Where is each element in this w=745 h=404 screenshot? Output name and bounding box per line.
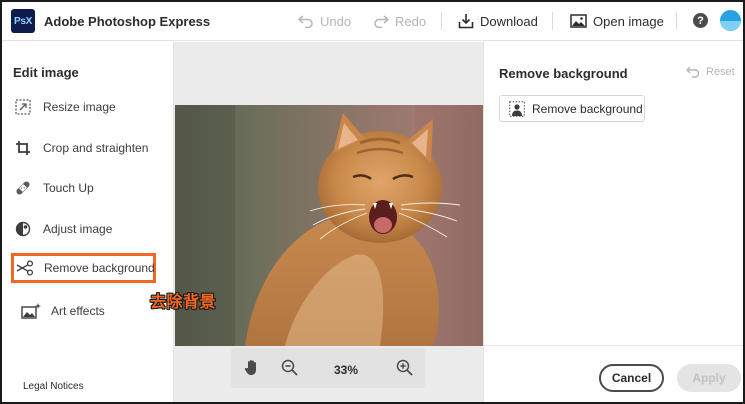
- menu-item-touch-up[interactable]: Touch Up: [13, 173, 94, 203]
- image-icon: [570, 14, 587, 28]
- remove-background-action-label: Remove background: [532, 101, 643, 116]
- zoom-toolbar: [231, 348, 425, 388]
- menu-item-resize[interactable]: Resize image: [13, 92, 116, 122]
- zoom-in-icon[interactable]: [396, 359, 413, 381]
- remove-background-action-button[interactable]: Remove background: [499, 95, 645, 122]
- open-image-label: Open image: [593, 13, 664, 29]
- menu-item-label: Crop and straighten: [43, 141, 149, 155]
- bandage-icon: [13, 178, 33, 198]
- apply-button[interactable]: Apply: [677, 364, 741, 392]
- zoom-level: 33%: [334, 363, 359, 377]
- reset-label: Reset: [706, 66, 735, 78]
- panel-title: Edit image: [13, 65, 79, 80]
- open-image-button[interactable]: Open image: [570, 10, 664, 32]
- download-label: Download: [480, 13, 538, 29]
- undo-button[interactable]: Undo: [298, 10, 351, 32]
- hand-icon[interactable]: [244, 359, 260, 381]
- menu-item-label: Touch Up: [43, 181, 94, 195]
- help-button[interactable]: ?: [693, 13, 708, 28]
- image-canvas[interactable]: 33%: [174, 42, 483, 402]
- cat-photo: [175, 105, 483, 346]
- download-button[interactable]: Download: [458, 10, 538, 32]
- properties-panel: Remove background Reset Remove backgroun…: [483, 42, 743, 402]
- edit-panel: Edit image Resize image Crop and straigh…: [2, 42, 174, 402]
- adjust-icon: [13, 219, 33, 239]
- menu-item-label: Art effects: [51, 304, 105, 318]
- zoom-out-icon[interactable]: [281, 359, 298, 381]
- annotation-caption: 去除背景: [150, 292, 217, 311]
- user-avatar[interactable]: [720, 10, 741, 31]
- menu-item-crop[interactable]: Crop and straighten: [13, 133, 148, 163]
- redo-button[interactable]: Redo: [373, 10, 426, 32]
- menu-item-label: Remove background: [44, 261, 155, 275]
- redo-label: Redo: [395, 13, 427, 29]
- footer-divider: [484, 345, 743, 346]
- menu-item-art-effects[interactable]: Art effects: [21, 296, 105, 326]
- app-logo: PsX: [11, 9, 35, 33]
- menu-item-remove-background[interactable]: Remove background: [11, 253, 156, 283]
- menu-item-adjust[interactable]: Adjust image: [13, 214, 112, 244]
- redo-icon: [374, 15, 389, 28]
- properties-title: Remove background: [499, 66, 628, 81]
- resize-icon: [13, 97, 33, 117]
- app-window: PsX Adobe Photoshop Express Undo Redo Do…: [0, 0, 745, 404]
- person-cutout-icon: [509, 100, 525, 117]
- cancel-button[interactable]: Cancel: [599, 364, 664, 392]
- toolbar-divider: [441, 12, 442, 30]
- app-title: Adobe Photoshop Express: [44, 14, 211, 29]
- toolbar-divider: [676, 12, 677, 30]
- reset-icon: [686, 66, 700, 78]
- download-icon: [458, 14, 474, 29]
- top-bar: PsX Adobe Photoshop Express Undo Redo Do…: [2, 2, 743, 41]
- reset-button[interactable]: Reset: [686, 66, 735, 78]
- undo-icon: [298, 15, 313, 28]
- scissors-icon: [16, 258, 34, 278]
- sparkle-image-icon: [21, 301, 41, 321]
- menu-item-label: Adjust image: [43, 222, 113, 236]
- toolbar-divider: [552, 12, 553, 30]
- menu-item-label: Resize image: [43, 100, 116, 114]
- legal-notices-link[interactable]: Legal Notices: [23, 381, 84, 392]
- undo-label: Undo: [320, 13, 352, 29]
- crop-icon: [13, 138, 33, 158]
